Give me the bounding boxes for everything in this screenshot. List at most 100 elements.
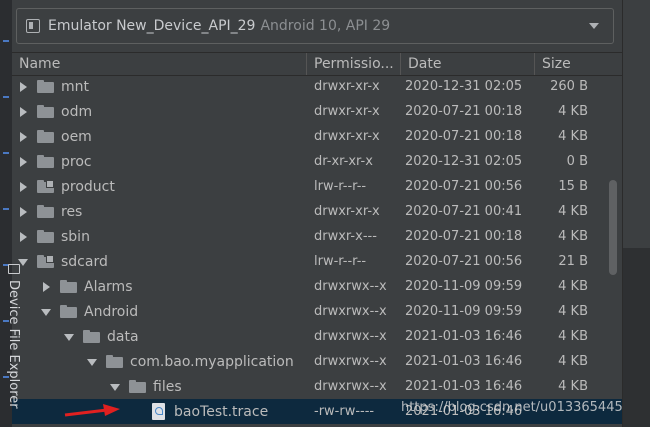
name-cell: com.bao.myapplication <box>12 349 307 374</box>
expand-right-icon[interactable] <box>41 281 51 292</box>
expand-down-icon[interactable] <box>110 382 120 392</box>
chevron-down-icon[interactable] <box>589 23 599 29</box>
device-icon <box>26 19 40 33</box>
size-cell: 4 KB <box>558 379 588 394</box>
file-name: res <box>61 203 83 220</box>
date-cell: 2020-07-21 00:18 <box>405 229 523 244</box>
tool-window-tab[interactable] <box>623 248 650 427</box>
file-name: sbin <box>61 228 90 245</box>
size-cell: 4 KB <box>558 354 588 369</box>
expand-right-icon[interactable] <box>18 181 28 192</box>
table-row[interactable]: com.bao.myapplication drwxrwx--x 2021-01-0… <box>12 349 622 374</box>
expand-right-icon[interactable] <box>18 206 28 217</box>
date-cell: 2020-11-09 09:59 <box>405 279 523 294</box>
size-cell: 4 KB <box>558 304 588 319</box>
permissions-cell: -rw-rw---- <box>314 404 375 419</box>
file-name: Android <box>84 303 139 320</box>
annotation-arrow-icon <box>64 404 120 417</box>
name-cell: proc <box>12 149 307 174</box>
permissions-cell: drwxr-xr-x <box>314 204 380 219</box>
expand-right-icon[interactable] <box>18 81 28 92</box>
date-cell: 2020-07-21 00:41 <box>405 204 523 219</box>
table-row[interactable]: res drwxr-xr-x 2020-07-21 00:41 4 KB <box>12 199 622 224</box>
permissions-cell: drwxr-xr-x <box>314 104 380 119</box>
date-cell: 2020-07-21 00:56 <box>405 254 523 269</box>
tool-window-label[interactable]: Device File Explorer <box>6 280 21 409</box>
permissions-cell: drwxrwx--x <box>314 379 387 394</box>
file-name: files <box>153 378 182 395</box>
table-row[interactable]: Alarms drwxrwx--x 2020-11-09 09:59 4 KB <box>12 274 622 299</box>
right-tool-strip <box>622 0 650 427</box>
link-badge-icon <box>46 255 54 263</box>
table-row[interactable]: product lrw-r--r-- 2020-07-21 00:56 15 B <box>12 174 622 199</box>
device-name: Emulator New_Device_API_29 <box>48 18 256 34</box>
permissions-cell: dr-xr-xr-x <box>314 154 373 169</box>
folder-icon <box>37 130 54 143</box>
folder-icon <box>37 80 54 93</box>
file-name: proc <box>61 153 92 170</box>
table-row[interactable]: sbin drwxr-x--- 2020-07-21 00:18 4 KB <box>12 224 622 249</box>
file-name: mnt <box>61 78 89 95</box>
size-cell: 260 B <box>550 79 588 94</box>
size-cell: 4 KB <box>558 329 588 344</box>
file-tree: mnt drwxr-xr-x 2020-12-31 02:05 260 B odm drw… <box>12 74 622 427</box>
watermark: https://blog.csdn.net/u013365445 <box>401 400 623 415</box>
vertical-scrollbar[interactable] <box>609 180 617 275</box>
expand-down-icon[interactable] <box>41 307 51 317</box>
permissions-cell: drwxrwx--x <box>314 329 387 344</box>
folder-icon <box>37 205 54 218</box>
table-row[interactable]: proc dr-xr-xr-x 2020-12-31 02:05 0 B <box>12 149 622 174</box>
name-cell: sdcard <box>12 249 307 274</box>
gutter-marker <box>3 208 9 210</box>
gutter-marker <box>3 152 9 154</box>
folder-icon <box>60 280 77 293</box>
date-cell: 2020-12-31 02:05 <box>405 79 523 94</box>
column-header-permissions[interactable]: Permissio... <box>307 53 401 75</box>
name-cell: sbin <box>12 224 307 249</box>
device-file-explorer-icon <box>8 264 20 274</box>
table-header: Name Permissio... Date Size <box>12 52 622 76</box>
size-cell: 0 B <box>566 154 588 169</box>
gutter-marker <box>3 40 9 42</box>
expand-right-icon[interactable] <box>18 106 28 117</box>
file-name: oem <box>61 128 92 145</box>
table-row[interactable]: files drwxrwx--x 2021-01-03 16:46 4 KB <box>12 374 622 399</box>
table-row[interactable]: Android drwxrwx--x 2020-11-09 09:59 4 KB <box>12 299 622 324</box>
expand-right-icon[interactable] <box>18 131 28 142</box>
permissions-cell: drwxrwx--x <box>314 304 387 319</box>
expand-down-icon[interactable] <box>87 357 97 367</box>
date-cell: 2020-07-21 00:18 <box>405 129 523 144</box>
date-cell: 2020-12-31 02:05 <box>405 154 523 169</box>
name-cell: data <box>12 324 307 349</box>
table-row[interactable]: sdcard lrw-r--r-- 2020-07-21 00:56 21 B <box>12 249 622 274</box>
table-row[interactable]: odm drwxr-xr-x 2020-07-21 00:18 4 KB <box>12 99 622 124</box>
permissions-cell: drwxr-x--- <box>314 229 377 244</box>
table-row[interactable]: mnt drwxr-xr-x 2020-12-31 02:05 260 B <box>12 74 622 99</box>
folder-icon <box>83 330 100 343</box>
permissions-cell: lrw-r--r-- <box>314 254 367 269</box>
link-folder-icon <box>37 180 54 193</box>
name-cell: oem <box>12 124 307 149</box>
column-header-name[interactable]: Name <box>12 53 307 75</box>
expand-right-icon[interactable] <box>18 231 28 242</box>
device-dropdown[interactable]: Emulator New_Device_API_29 Android 10, A… <box>16 8 614 44</box>
link-folder-icon <box>37 255 54 268</box>
file-name: sdcard <box>61 253 108 270</box>
date-cell: 2020-11-09 09:59 <box>405 304 523 319</box>
table-row[interactable]: oem drwxr-xr-x 2020-07-21 00:18 4 KB <box>12 124 622 149</box>
name-cell: files <box>12 374 307 399</box>
size-cell: 4 KB <box>558 129 588 144</box>
expand-right-icon[interactable] <box>18 156 28 167</box>
name-cell: res <box>12 199 307 224</box>
table-row[interactable]: data drwxrwx--x 2021-01-03 16:46 4 KB <box>12 324 622 349</box>
permissions-cell: drwxrwx--x <box>314 354 387 369</box>
column-header-date[interactable]: Date <box>401 53 535 75</box>
name-cell: Android <box>12 299 307 324</box>
expand-down-icon[interactable] <box>64 332 74 342</box>
folder-icon <box>129 380 146 393</box>
folder-icon <box>60 305 77 318</box>
date-cell: 2020-07-21 00:56 <box>405 179 523 194</box>
date-cell: 2020-07-21 00:18 <box>405 104 523 119</box>
column-header-size[interactable]: Size <box>535 53 622 75</box>
name-cell: product <box>12 174 307 199</box>
